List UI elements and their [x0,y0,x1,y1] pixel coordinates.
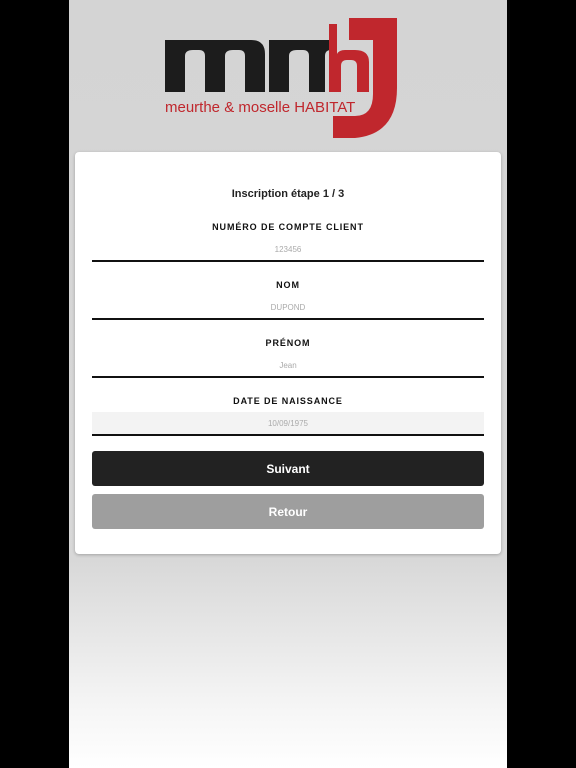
account-number-field: NUMÉRO DE COMPTE CLIENT [92,222,484,276]
last-name-label: NOM [276,280,300,290]
registration-card: Inscription étape 1 / 3 NUMÉRO DE COMPTE… [75,152,501,554]
back-button[interactable]: Retour [92,494,484,529]
first-name-input[interactable] [92,354,484,378]
birth-date-label: DATE DE NAISSANCE [233,396,343,406]
first-name-label: PRÉNOM [265,338,311,348]
step-title: Inscription étape 1 / 3 [231,188,345,200]
app-screen: meurthe & moselle HABITAT Inscription ét… [69,0,507,768]
mmh-logo: meurthe & moselle HABITAT [165,18,397,138]
account-number-label: NUMÉRO DE COMPTE CLIENT [212,222,364,232]
logo-tagline: meurthe & moselle HABITAT [165,99,355,116]
last-name-input[interactable] [92,296,484,320]
birth-date-input[interactable] [92,412,484,436]
account-number-input[interactable] [92,238,484,262]
next-button[interactable]: Suivant [92,451,484,486]
first-name-field: PRÉNOM [92,338,484,392]
birth-date-field: DATE DE NAISSANCE [92,396,484,450]
last-name-field: NOM [92,280,484,334]
